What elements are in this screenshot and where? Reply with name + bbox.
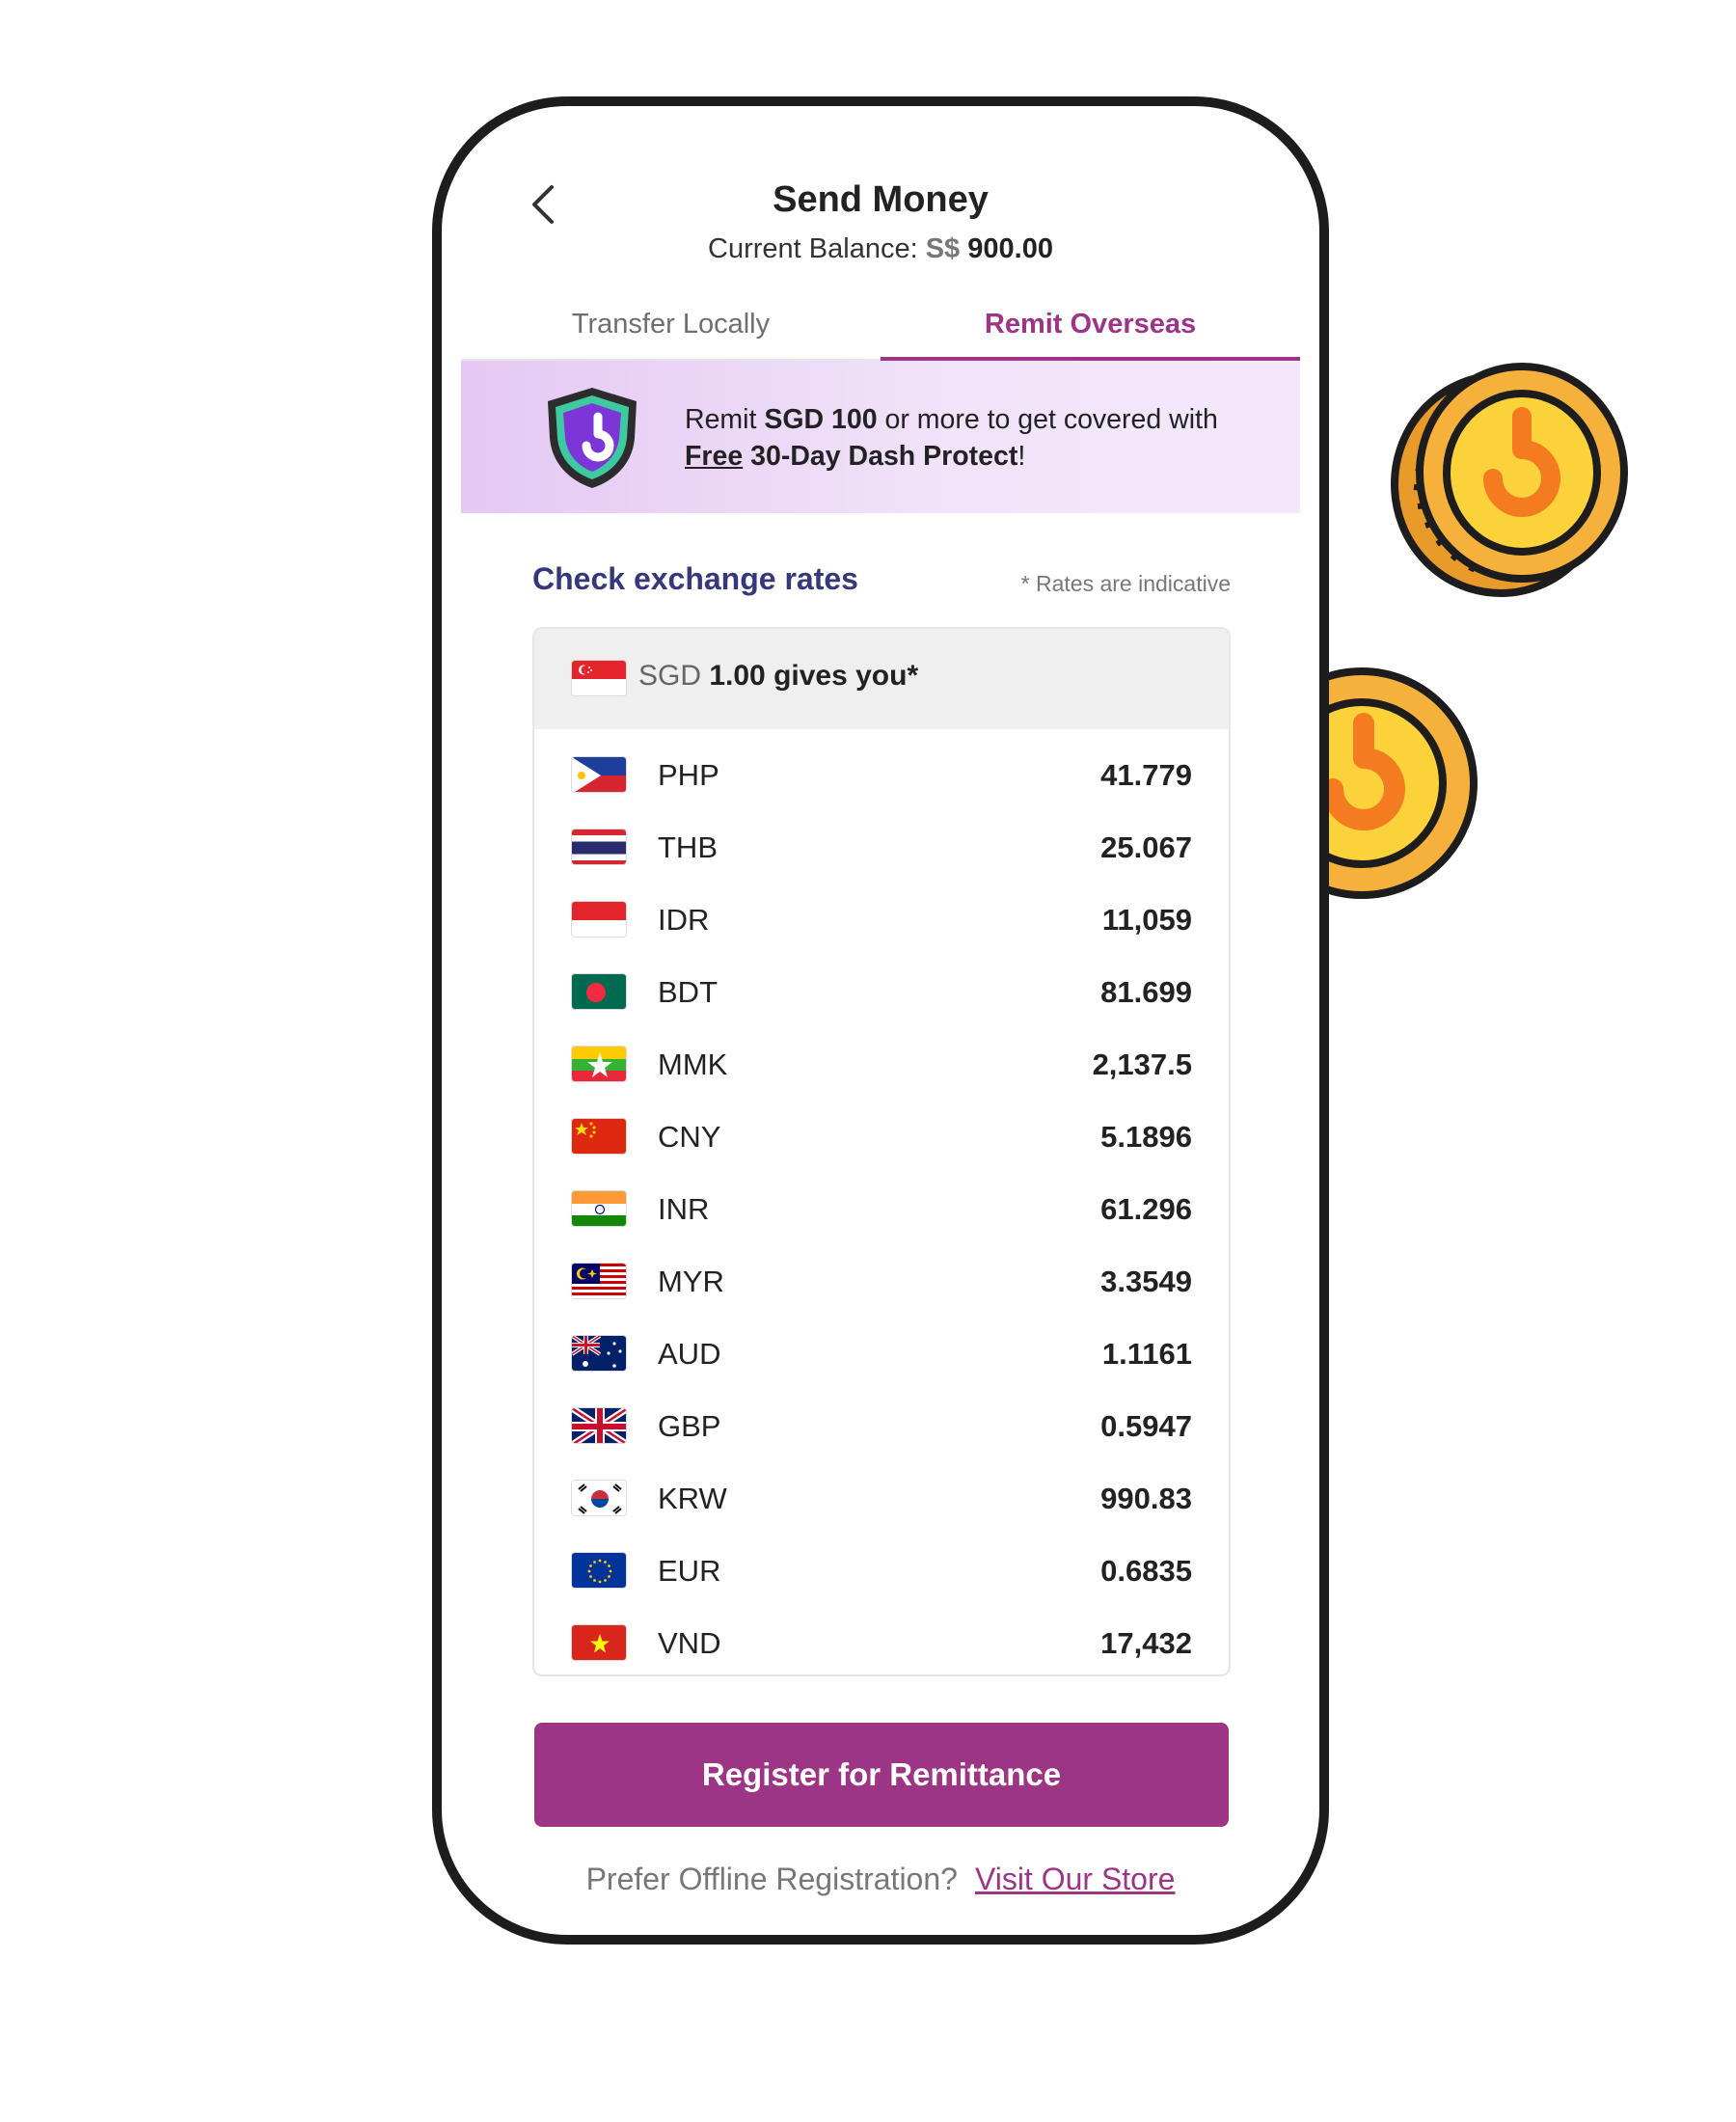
rate-row-thb: THB 25.067 — [534, 811, 1229, 884]
flag-php-icon — [571, 756, 627, 793]
rate-value: 5.1896 — [1100, 1120, 1192, 1154]
rate-value: 81.699 — [1100, 975, 1192, 1009]
rate-value: 11,059 — [1101, 903, 1192, 937]
phone-screen: Send Money Current Balance: S$ 900.00 Tr… — [461, 125, 1300, 1916]
rate-row-inr: INR 61.296 — [534, 1173, 1229, 1245]
tab-transfer-locally[interactable]: Transfer Locally — [461, 295, 881, 361]
flag-thb-icon — [571, 829, 627, 865]
rate-row-krw: KRW 990.83 — [534, 1462, 1229, 1535]
currency-code: KRW — [658, 1482, 727, 1515]
balance-amount: 900.00 — [967, 233, 1053, 264]
flag-inr-icon — [571, 1190, 627, 1227]
currency-code: INR — [658, 1192, 710, 1226]
app-header: Send Money Current Balance: S$ 900.00 Tr… — [461, 125, 1300, 361]
currency-code: GBP — [658, 1409, 721, 1443]
rates-header: Check exchange rates * Rates are indicat… — [532, 561, 1231, 610]
base-text: 1.00 gives you* — [701, 660, 919, 692]
flag-idr-icon — [571, 901, 627, 938]
balance-label: Current Balance: — [708, 233, 918, 264]
flag-sgd-icon — [571, 660, 627, 696]
currency-code: BDT — [658, 975, 718, 1009]
flag-vnd-icon — [571, 1624, 627, 1661]
currency-code: CNY — [658, 1120, 721, 1154]
currency-code: AUD — [658, 1337, 721, 1371]
rate-value: 990.83 — [1100, 1482, 1192, 1515]
promo-text-part: or more to get covered with — [877, 404, 1218, 435]
register-remittance-button[interactable]: Register for Remittance — [534, 1723, 1229, 1827]
coin-back-icon — [1391, 363, 1628, 597]
flag-gbp-icon — [571, 1407, 627, 1444]
rates-card: SGD 1.00 gives you* PHP 41.779 THB 25.06… — [532, 627, 1231, 1676]
rates-note: * Rates are indicative — [1020, 571, 1231, 596]
rate-value: 3.3549 — [1100, 1265, 1192, 1298]
rate-row-eur: EUR 0.6835 — [534, 1535, 1229, 1607]
offline-text: Prefer Offline Registration? — [585, 1862, 958, 1896]
rates-title: Check exchange rates — [532, 561, 858, 596]
rate-value: 0.6835 — [1100, 1554, 1192, 1588]
rate-value: 25.067 — [1100, 830, 1192, 864]
promo-text-end: ! — [1017, 441, 1026, 472]
rate-value: 2,137.5 — [1092, 1047, 1192, 1081]
currency-code: MMK — [658, 1047, 728, 1081]
currency-code: PHP — [658, 758, 719, 792]
promo-banner[interactable]: Remit SGD 100 or more to get covered wit… — [461, 361, 1300, 513]
flag-eur-icon — [571, 1552, 627, 1589]
rate-value: 0.5947 — [1100, 1409, 1192, 1443]
rate-row-cny: CNY 5.1896 — [534, 1101, 1229, 1173]
flag-myr-icon — [571, 1263, 627, 1299]
currency-code: VND — [658, 1626, 721, 1660]
base-currency: SGD — [638, 660, 702, 692]
flag-bdt-icon — [571, 973, 627, 1010]
rate-row-php: PHP 41.779 — [534, 739, 1229, 811]
rate-row-idr: IDR 11,059 — [534, 884, 1229, 956]
promo-free: Free — [685, 441, 744, 472]
currency-code: EUR — [658, 1554, 721, 1588]
shield-icon — [548, 388, 637, 488]
offline-registration: Prefer Offline Registration? Visit Our St… — [461, 1862, 1300, 1897]
currency-code: THB — [658, 830, 718, 864]
rate-row-bdt: BDT 81.699 — [534, 956, 1229, 1028]
current-balance: Current Balance: S$ 900.00 — [461, 233, 1300, 265]
rate-value: 61.296 — [1100, 1192, 1192, 1226]
page-title: Send Money — [773, 179, 989, 220]
flag-mmk-icon — [571, 1046, 627, 1082]
base-rate-label: SGD 1.00 gives you* — [638, 660, 918, 693]
promo-amount: SGD 100 — [764, 404, 878, 435]
promo-product: 30-Day Dash Protect — [743, 441, 1018, 472]
flag-aud-icon — [571, 1335, 627, 1372]
rate-value: 1.1161 — [1101, 1337, 1192, 1371]
tab-remit-overseas[interactable]: Remit Overseas — [881, 295, 1300, 361]
rate-row-gbp: GBP 0.5947 — [534, 1390, 1229, 1462]
promo-text: Remit SGD 100 or more to get covered wit… — [685, 401, 1283, 475]
rates-base-row: SGD 1.00 gives you* — [534, 629, 1229, 729]
rate-row-vnd: VND 17,432 — [534, 1607, 1229, 1674]
rate-row-myr: MYR 3.3549 — [534, 1245, 1229, 1318]
currency-code: MYR — [658, 1265, 724, 1298]
rate-value: 41.779 — [1100, 758, 1192, 792]
flag-cny-icon — [571, 1118, 627, 1155]
flag-krw-icon — [571, 1480, 627, 1516]
rate-value: 17,432 — [1100, 1626, 1192, 1660]
tab-bar: Transfer Locally Remit Overseas — [461, 295, 1300, 361]
visit-store-link[interactable]: Visit Our Store — [975, 1862, 1175, 1896]
currency-code: IDR — [658, 903, 710, 937]
balance-currency: S$ — [925, 233, 961, 264]
promo-text-part: Remit — [685, 404, 765, 435]
rate-row-mmk: MMK 2,137.5 — [534, 1028, 1229, 1101]
rate-row-aud: AUD 1.1161 — [534, 1318, 1229, 1390]
